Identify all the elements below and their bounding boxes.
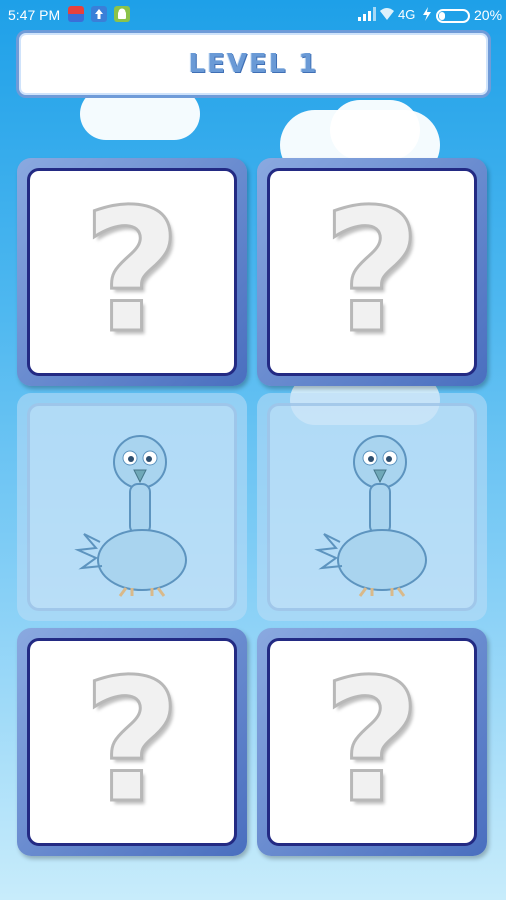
question-mark-icon: ? — [81, 173, 183, 371]
memory-card-6[interactable]: ? — [257, 628, 487, 856]
card-face: ? — [27, 168, 237, 376]
level-banner: LEVEL 1 — [16, 30, 491, 98]
card-face: ? — [267, 168, 477, 376]
battery-level — [439, 12, 445, 20]
android-icon — [114, 6, 130, 22]
card-face: ? — [267, 638, 477, 846]
signal-icon — [358, 7, 376, 21]
status-time: 5:47 PM — [8, 7, 61, 23]
battery-percent: 20% — [474, 7, 503, 23]
network-type: 4G — [398, 7, 416, 22]
memory-card-2[interactable]: ? — [257, 158, 487, 386]
card-face — [267, 403, 477, 611]
wifi-icon — [380, 8, 394, 20]
memory-card-1[interactable]: ? — [17, 158, 247, 386]
memory-card-4[interactable] — [257, 393, 487, 621]
question-mark-icon: ? — [321, 173, 423, 371]
question-mark-icon: ? — [81, 643, 183, 841]
card-face: ? — [27, 638, 237, 846]
upload-icon — [91, 6, 107, 22]
status-bar: 5:47 PM 4G 20% — [0, 0, 506, 30]
app-notification-icon — [68, 6, 84, 22]
charging-icon — [423, 7, 431, 21]
memory-card-3[interactable] — [17, 393, 247, 621]
battery-icon — [436, 9, 470, 23]
card-face — [27, 403, 237, 611]
bird-icon — [74, 435, 187, 597]
level-title: LEVEL 1 — [188, 49, 319, 79]
memory-card-5[interactable]: ? — [17, 628, 247, 856]
bird-icon — [314, 435, 427, 597]
question-mark-icon: ? — [321, 643, 423, 841]
